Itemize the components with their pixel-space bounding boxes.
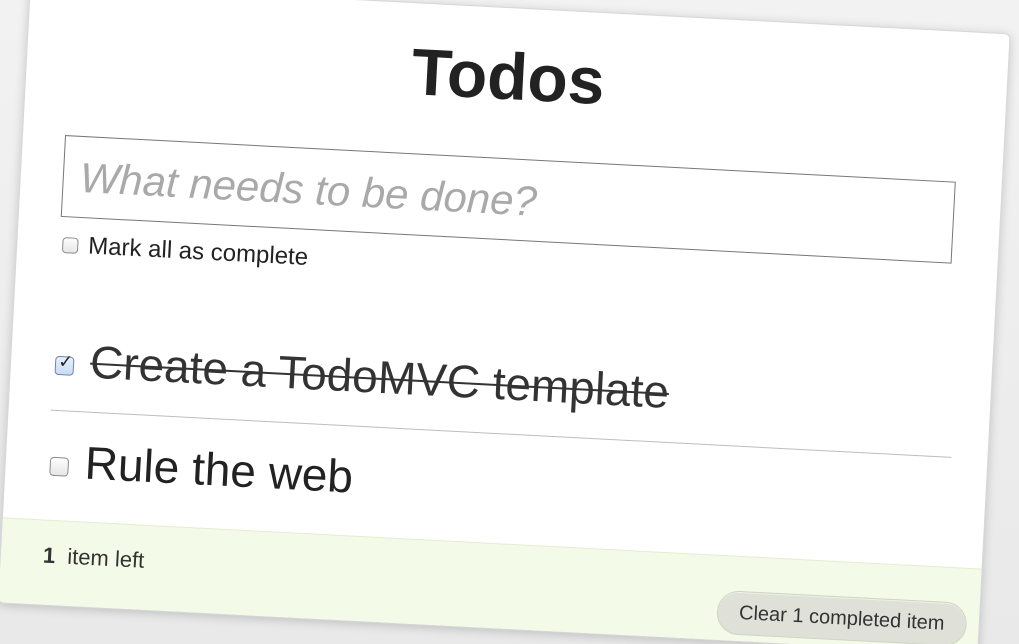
clear-completed-button[interactable]: Clear 1 completed item (715, 589, 968, 644)
todo-list: ✓ Create a TodoMVC template Rule the web (47, 310, 958, 558)
mark-all-checkbox[interactable] (61, 237, 79, 254)
new-todo-input[interactable] (76, 152, 942, 248)
todo-checkbox-checked[interactable]: ✓ (54, 350, 75, 376)
todo-app-card: Todos Mark all as complete ✓ Create a To… (0, 0, 1011, 644)
screenshot-stage: Todos Mark all as complete ✓ Create a To… (0, 0, 1019, 644)
items-left-count: 1 item left (42, 542, 145, 573)
check-icon: ✓ (58, 350, 74, 371)
items-left-label: item left (66, 543, 145, 573)
page-title: Todos (409, 34, 607, 119)
todo-item-label: Create a TodoMVC template (88, 335, 671, 418)
todo-item-label: Rule the web (83, 436, 355, 503)
todo-checkbox-unchecked[interactable] (49, 456, 70, 477)
mark-all-label: Mark all as complete (87, 232, 309, 271)
items-left-number: 1 (42, 542, 56, 569)
mark-all-row[interactable]: Mark all as complete (61, 231, 309, 272)
